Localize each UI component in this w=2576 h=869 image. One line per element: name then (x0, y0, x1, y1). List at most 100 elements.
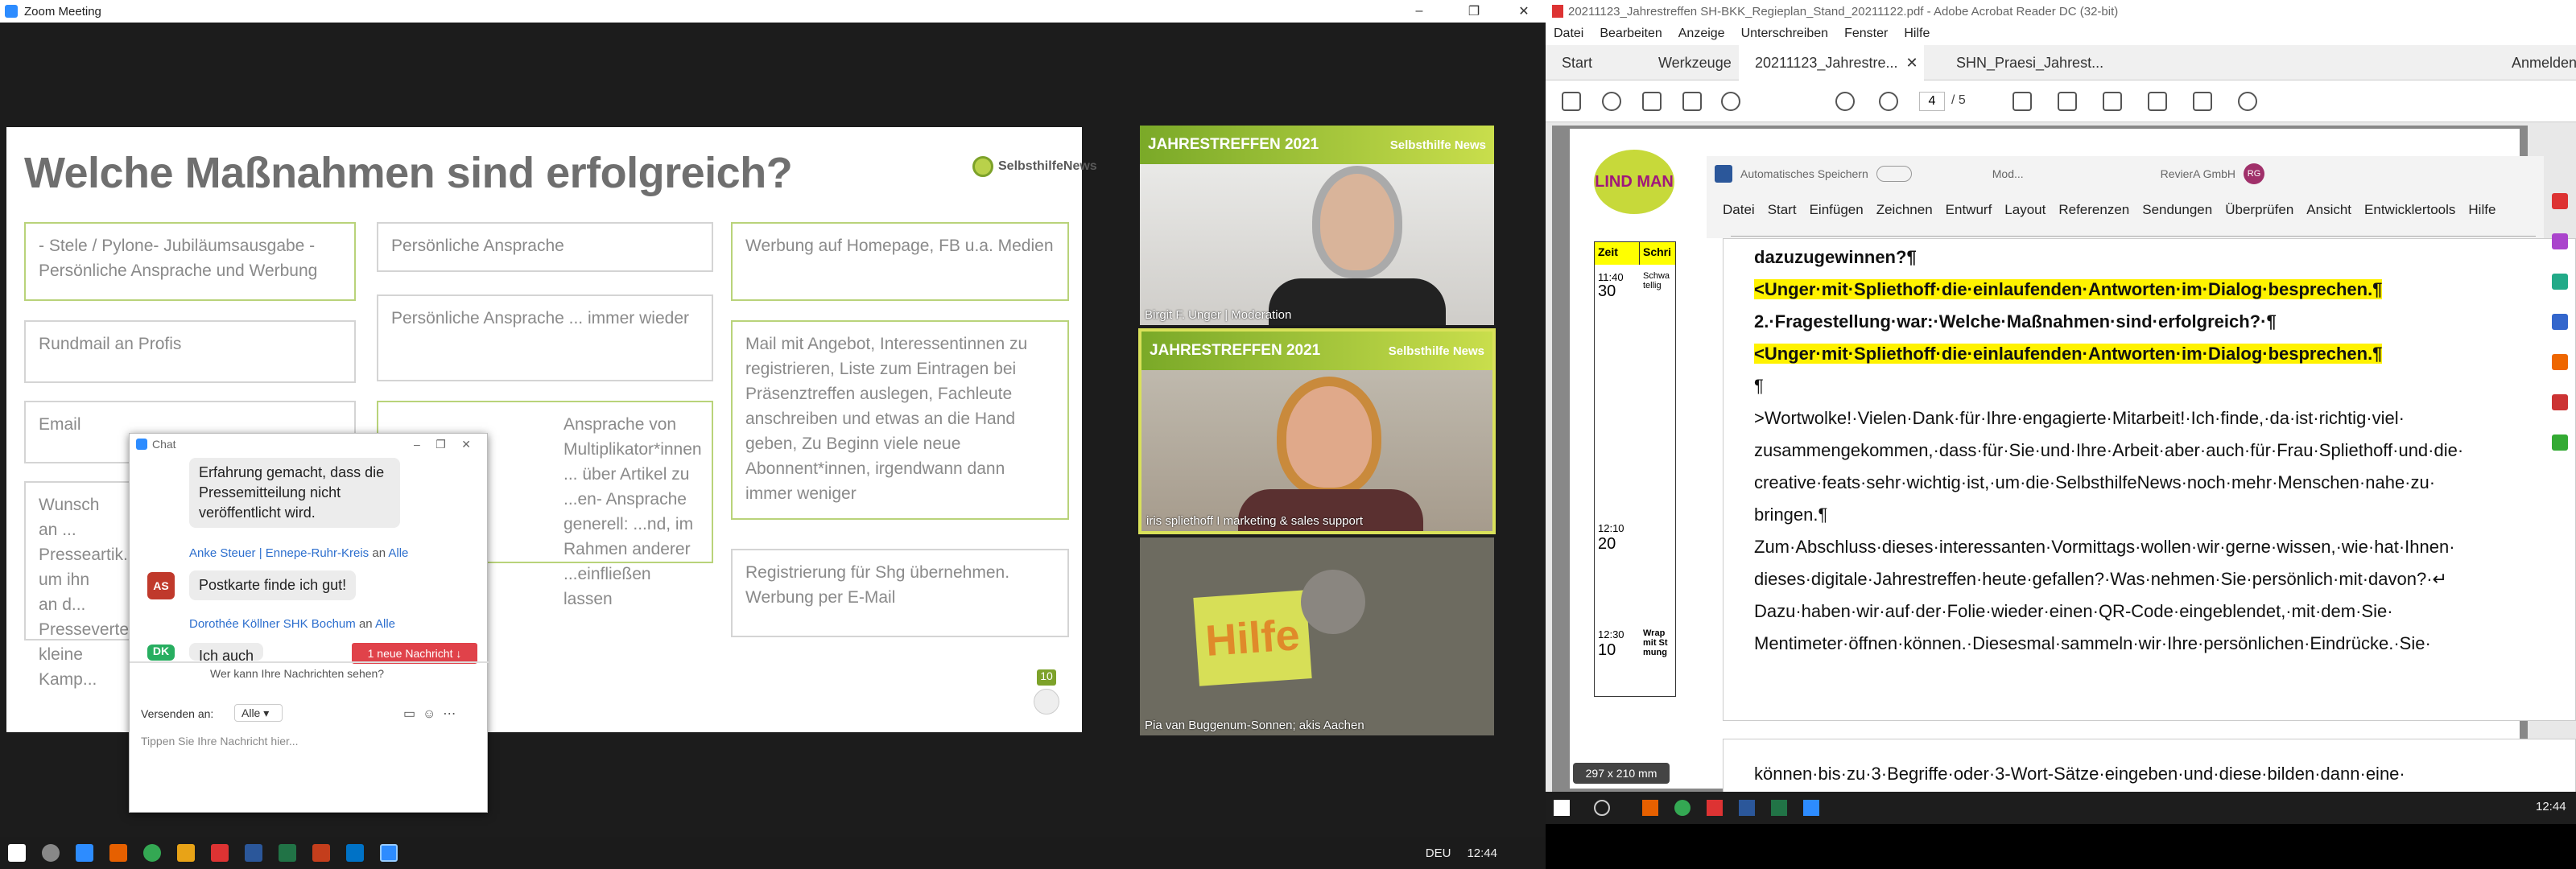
sidebar-tool-icon[interactable] (2552, 233, 2568, 249)
word-ribbon-tabs: Datei Start Einfügen Zeichnen Entwurf La… (1707, 198, 2544, 222)
menu-item[interactable]: Fenster (1844, 27, 1888, 41)
ruler[interactable] (1731, 227, 2536, 237)
close-button[interactable]: ✕ (1505, 0, 1542, 23)
save-icon[interactable] (1562, 92, 1581, 111)
ribbon-tab[interactable]: Layout (2004, 202, 2046, 218)
search-icon[interactable] (42, 844, 60, 862)
word-icon[interactable] (1739, 800, 1755, 816)
mode-dropdown[interactable]: Mod... (1992, 167, 2024, 180)
participant-icon[interactable] (1034, 689, 1059, 715)
print-icon[interactable] (1682, 92, 1702, 111)
recipient-select[interactable]: Alle ▾ (234, 704, 283, 722)
chrome-icon[interactable] (1674, 800, 1690, 816)
search-icon[interactable] (1594, 800, 1610, 816)
sidebar-tool-icon[interactable] (2552, 434, 2568, 451)
chat-message: Postkarte finde ich gut! (189, 570, 357, 600)
app-icon[interactable] (76, 844, 93, 862)
menu-item[interactable]: Hilfe (1904, 27, 1930, 41)
taskbar: DEU 12:44 (0, 837, 1546, 869)
send-to-label: Versenden an: (141, 707, 214, 720)
page-total: / 5 (1951, 93, 1966, 107)
edit-icon[interactable] (2148, 92, 2167, 111)
video-tile-active[interactable]: JAHRESTREFFEN 2021 Selbsthilfe News iris … (1138, 328, 1496, 534)
minimize-button[interactable]: – (1401, 0, 1438, 23)
doc-line: bringen.¶ (1754, 505, 1828, 525)
ribbon-tab[interactable]: Überprüfen (2225, 202, 2293, 218)
sidebar-tool-icon[interactable] (2552, 193, 2568, 209)
acrobat-icon[interactable] (211, 844, 229, 862)
video-tile[interactable]: JAHRESTREFFEN 2021 Selbsthilfe News Birgi… (1140, 126, 1494, 325)
chat-window-controls[interactable]: – ❐ ✕ (414, 438, 471, 451)
word-document-page[interactable]: dazuzugewinnen?¶ <Unger·mit·Spliethoff·d… (1723, 238, 2576, 721)
sidebar-tool-icon[interactable] (2552, 354, 2568, 370)
selbsthilfenews-logo: SelbsthilfeNews (972, 156, 1097, 177)
ribbon-tab[interactable]: Entwicklertools (2364, 202, 2455, 218)
upload-icon[interactable] (1642, 92, 1662, 111)
clock[interactable]: 12:44 (2536, 800, 2566, 813)
page-number-input[interactable]: 4 (1919, 92, 1945, 111)
sidebar-tool-icon[interactable] (2552, 274, 2568, 290)
ribbon-tab[interactable]: Ansicht (2306, 202, 2351, 218)
video-tile[interactable]: Hilfe Pia van Buggenum-Sonnen; akis Aach… (1140, 537, 1494, 735)
start-icon[interactable] (1554, 800, 1570, 816)
clock[interactable]: 12:44 (1467, 846, 1497, 860)
sidebar-tool-icon[interactable] (2552, 314, 2568, 330)
chat-input[interactable]: Tippen Sie Ihre Nachricht hier... (141, 735, 299, 748)
outlook-icon[interactable] (346, 844, 364, 862)
excel-icon[interactable] (1771, 800, 1787, 816)
comment-icon[interactable] (2013, 92, 2032, 111)
menu-item[interactable]: Anzeige (1678, 27, 1725, 41)
ribbon-tab[interactable]: Datei (1723, 202, 1755, 218)
chrome-icon[interactable] (143, 844, 161, 862)
who-sees-link[interactable]: Wer kann Ihre Nachrichten sehen? (210, 667, 384, 680)
ribbon-tab[interactable]: Sendungen (2142, 202, 2212, 218)
ribbon-tab[interactable]: Referenzen (2058, 202, 2129, 218)
zoom-taskbar-icon[interactable] (1803, 800, 1819, 816)
tab-document[interactable]: SHN_Praesi_Jahrest... (1940, 45, 2120, 80)
menu-item[interactable]: Bearbeiten (1600, 27, 1662, 41)
firefox-icon[interactable] (1642, 800, 1658, 816)
page-size-tooltip: 297 x 210 mm (1573, 763, 1670, 784)
ribbon-tab[interactable]: Hilfe (2468, 202, 2496, 218)
rotate-icon[interactable] (2238, 92, 2257, 111)
firefox-icon[interactable] (109, 844, 127, 862)
page-down-icon[interactable] (1879, 92, 1898, 111)
highlight-icon[interactable] (2058, 92, 2077, 111)
ribbon-tab[interactable]: Entwurf (1946, 202, 1992, 218)
word-icon[interactable] (245, 844, 262, 862)
menu-item[interactable]: Datei (1554, 27, 1583, 41)
sign-icon[interactable] (2103, 92, 2122, 111)
powerpoint-icon[interactable] (312, 844, 330, 862)
delete-icon[interactable] (2193, 92, 2212, 111)
vlc-icon[interactable] (177, 844, 195, 862)
tab-document[interactable]: 20211123_Jahrestre... ✕ (1739, 45, 1924, 80)
zoom-taskbar-icon[interactable] (380, 844, 398, 862)
chat-tools-icons[interactable]: ▭ ☺ ⋯ (403, 706, 456, 722)
ribbon-tab[interactable]: Zeichnen (1876, 202, 1933, 218)
chat-message: Erfahrung gemacht, dass die Pressemittei… (189, 458, 400, 528)
ribbon-tab[interactable]: Start (1768, 202, 1797, 218)
excel-icon[interactable] (279, 844, 296, 862)
autosave-toggle[interactable] (1876, 166, 1912, 182)
acrobat-icon[interactable] (1707, 800, 1723, 816)
page-badge: 10 (1037, 669, 1056, 686)
restore-button[interactable]: ❐ (1455, 0, 1492, 23)
user-avatar[interactable]: RG (2244, 163, 2265, 184)
login-button[interactable]: Anmelden (2496, 45, 2576, 80)
doc-line: können·bis·zu·3·Begriffe·oder·3-Wort-Sät… (1754, 764, 2405, 784)
start-icon[interactable] (8, 844, 26, 862)
zoom-search-icon[interactable] (1721, 92, 1740, 111)
tab-start[interactable]: Start (1546, 45, 1608, 80)
ribbon-tab[interactable]: Einfügen (1810, 202, 1864, 218)
tab-tools[interactable]: Werkzeuge (1642, 45, 1748, 80)
doc-line: dazuzugewinnen?¶ (1754, 247, 1917, 267)
chat-sender: Dorothée Köllner SHK Bochum an Alle (189, 617, 395, 631)
taskbar-secondary: 12:44 (1546, 792, 2576, 824)
sidebar-tool-icon[interactable] (2552, 394, 2568, 410)
answer-card: - Stele / Pylone- Jubiläumsausgabe - Per… (24, 222, 356, 301)
page-up-icon[interactable] (1835, 92, 1855, 111)
menu-item[interactable]: Unterschreiben (1741, 27, 1829, 41)
star-icon[interactable] (1602, 92, 1621, 111)
language-indicator[interactable]: DEU (1426, 846, 1451, 860)
answer-card: Persönliche Ansprache ... immer wieder (377, 294, 713, 381)
